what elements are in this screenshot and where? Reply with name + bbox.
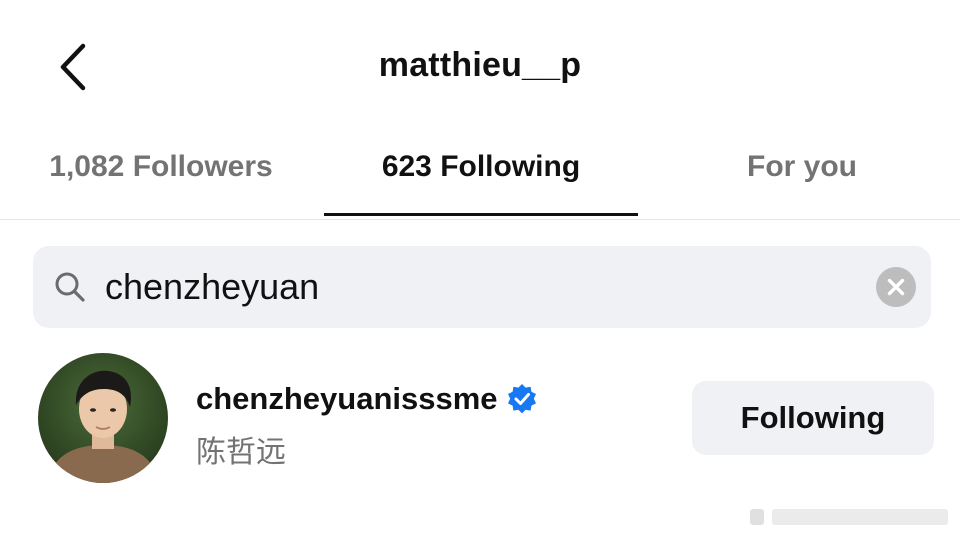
watermark-logo [750, 509, 948, 525]
page-title: matthieu__p [378, 46, 582, 84]
tab-following[interactable]: 623 Following [324, 150, 638, 220]
header: matthieu__p [0, 0, 960, 130]
full-name: 陈哲远 [196, 436, 286, 469]
search-input[interactable] [105, 264, 865, 310]
username: chenzheyuanisssme [196, 381, 498, 416]
search-icon [55, 272, 85, 302]
search-bar[interactable] [33, 246, 931, 328]
clear-search-button[interactable] [876, 267, 916, 307]
username-link[interactable]: chenzheyuanisssme [196, 377, 538, 421]
tab-followers[interactable]: 1,082 Followers [30, 150, 292, 220]
account-row[interactable]: chenzheyuanisssme 陈哲远 Following [0, 345, 960, 495]
active-tab-indicator [324, 213, 638, 216]
following-button[interactable]: Following [692, 381, 934, 455]
avatar[interactable] [38, 353, 168, 483]
avatar-photo [38, 353, 168, 483]
verified-badge-icon [507, 384, 536, 414]
tab-bar: 1,082 Followers 623 Following For you [0, 130, 960, 220]
clear-icon [887, 278, 905, 296]
tab-for-you[interactable]: For you [700, 150, 904, 220]
